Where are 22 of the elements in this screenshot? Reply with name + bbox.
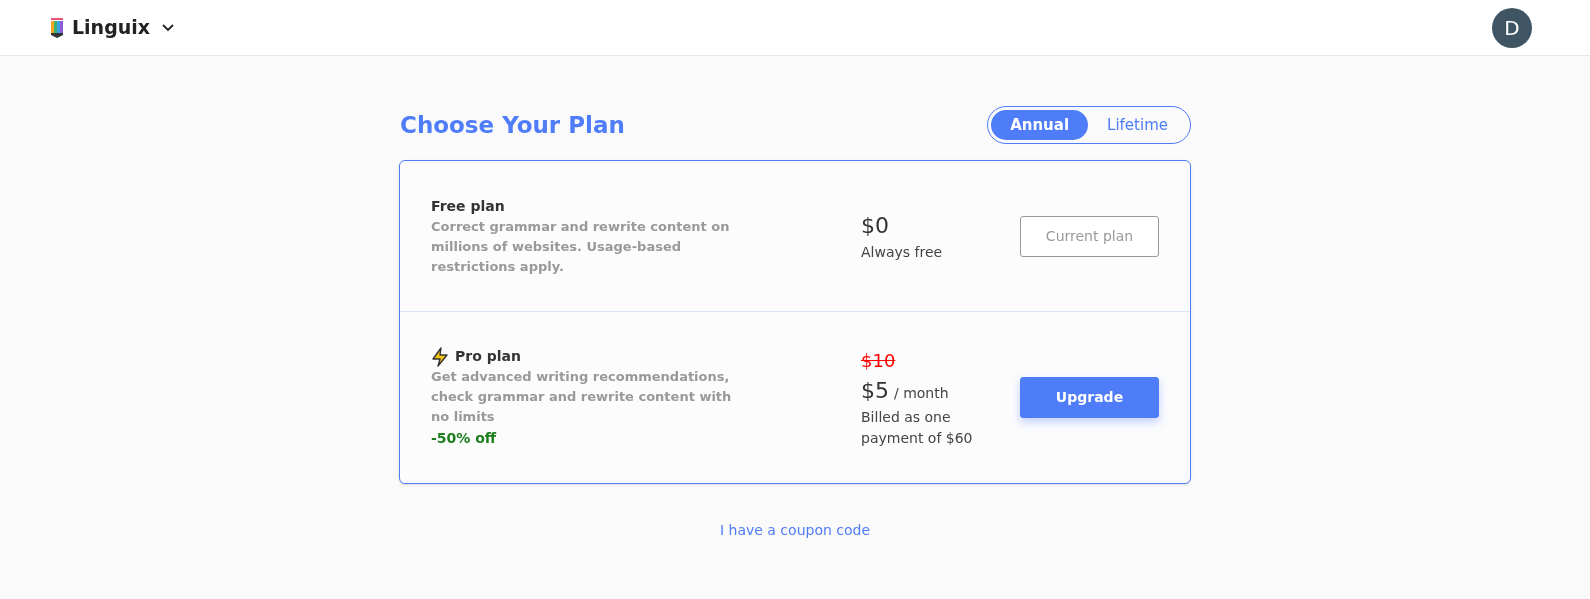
upgrade-button[interactable]: Upgrade <box>1020 377 1159 418</box>
lightning-icon <box>431 346 449 367</box>
plan-name: Pro plan <box>455 347 521 366</box>
price: $5 <box>861 376 889 405</box>
discount-label: -50% off <box>431 429 498 448</box>
price: $0 <box>861 212 889 240</box>
billing-tab[interactable]: Annual <box>991 110 1089 140</box>
logo-icon <box>50 16 64 39</box>
plan-description: Get advanced writing recommendations, check grammar and rewrite content with no limits <box>431 368 733 426</box>
page-title: Choose Your Plan <box>400 110 625 140</box>
plan-name: Free plan <box>431 196 505 216</box>
current-plan-button[interactable]: Current plan <box>1020 215 1159 257</box>
plan-description: Correct grammar and rewrite content on millions of websites. Usage-based restrictions apply. <box>431 217 731 276</box>
coupon-link[interactable]: I have a coupon code <box>719 520 871 541</box>
brand-name[interactable]: Linguix <box>72 13 151 42</box>
billing-tab[interactable]: Lifetime <box>1088 110 1187 140</box>
chevron-down-icon[interactable] <box>162 23 175 32</box>
price-note: Always free <box>861 243 944 262</box>
price-period: / month <box>894 383 949 403</box>
user-avatar[interactable]: D <box>1492 7 1532 48</box>
old-price: $10 <box>861 348 896 373</box>
price-note: Billed as one payment of $60 <box>861 407 974 448</box>
